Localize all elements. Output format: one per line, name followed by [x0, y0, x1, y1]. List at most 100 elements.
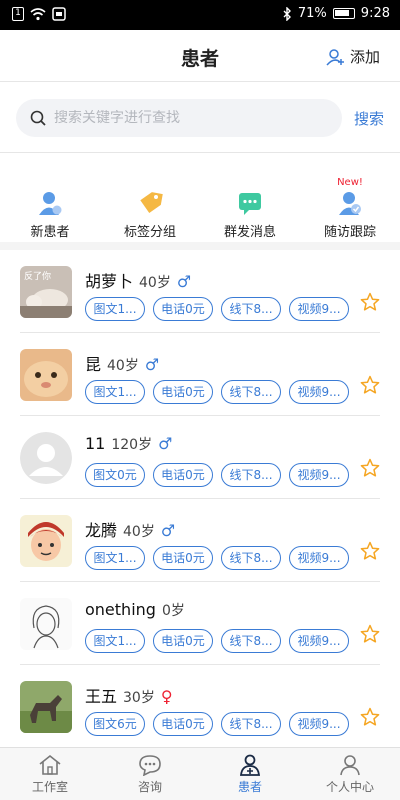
tag-offline-consult[interactable]: 线下8...: [221, 629, 281, 653]
star-icon[interactable]: [360, 458, 380, 478]
quick-new-patient[interactable]: 新患者: [0, 154, 100, 242]
clock: 9:28: [360, 6, 390, 21]
male-icon: ♂: [158, 434, 173, 453]
tag-text-consult[interactable]: 图文1...: [85, 546, 145, 570]
female-icon: ♀: [160, 687, 173, 706]
tag-offline-consult[interactable]: 线下8...: [221, 546, 281, 570]
patient-age: 40岁: [139, 275, 171, 291]
avatar-image: [20, 681, 72, 733]
bottom-tab-bar: 工作室 咨询 患者 个人中心: [0, 747, 400, 800]
tag-text-consult[interactable]: 图文1...: [85, 297, 145, 321]
search-icon: [30, 110, 46, 126]
tag-offline-consult[interactable]: 线下8...: [221, 712, 281, 736]
star-icon[interactable]: [360, 707, 380, 727]
patient-age: 40岁: [107, 358, 139, 374]
tab-label: 患者: [237, 780, 262, 794]
tab-label: 个人中心: [325, 780, 374, 794]
bluetooth-icon: [283, 6, 291, 21]
tag-text-consult[interactable]: 图文1...: [85, 380, 145, 404]
search-input[interactable]: [54, 110, 324, 126]
tag-video-consult[interactable]: 视频9...: [289, 380, 349, 404]
avatar-image: [20, 349, 72, 401]
tag-phone-consult[interactable]: 电话0元: [153, 629, 213, 653]
tag-phone-consult[interactable]: 电话0元: [153, 297, 213, 321]
male-icon: ♂: [144, 355, 160, 374]
star-icon[interactable]: [360, 624, 380, 644]
patient-icon: [239, 754, 261, 776]
tag-video-consult[interactable]: 视频9...: [289, 629, 349, 653]
search-area: 搜索: [0, 83, 400, 153]
patient-row[interactable]: 龙腾 40岁 ♂ 图文1... 电话0元 线下8... 视频9...: [20, 499, 380, 582]
quick-actions: 新患者 标签分组 群发消息 New! 随访跟踪: [0, 154, 400, 250]
tag-text-consult[interactable]: 图文0元: [85, 463, 145, 487]
patient-name: 龙腾: [85, 521, 118, 540]
follow-up-icon: [339, 192, 361, 215]
star-icon[interactable]: [360, 292, 380, 312]
tag-offline-consult[interactable]: 线下8...: [221, 380, 281, 404]
patient-age: 120岁: [111, 437, 153, 453]
battery-icon: [332, 8, 355, 19]
tag-phone-consult[interactable]: 电话0元: [153, 546, 213, 570]
chat-icon: [139, 755, 161, 776]
status-bar: 1 71% 9:28: [0, 0, 400, 30]
star-icon[interactable]: [360, 541, 380, 561]
avatar: 反了你: [20, 266, 72, 318]
tab-label: 咨询: [137, 780, 162, 794]
patient-age: 30岁: [123, 690, 155, 706]
tag-offline-consult[interactable]: 线下8...: [221, 297, 281, 321]
message-icon: [239, 193, 261, 215]
tag-video-consult[interactable]: 视频9...: [289, 297, 349, 321]
tag-phone-consult[interactable]: 电话0元: [153, 463, 213, 487]
patient-row[interactable]: 王五 30岁 ♀ 图文6元 电话0元 线下8... 视频9...: [20, 665, 380, 747]
tag-text-consult[interactable]: 图文1...: [85, 629, 145, 653]
tag-video-consult[interactable]: 视频9...: [289, 712, 349, 736]
star-icon[interactable]: [360, 375, 380, 395]
quick-follow-up[interactable]: New! 随访跟踪: [300, 154, 400, 242]
tag-icon: [140, 192, 163, 214]
tab-studio[interactable]: 工作室: [0, 748, 100, 800]
notification-icon: 1: [12, 7, 24, 21]
avatar-image: [20, 598, 72, 650]
avatar: [20, 681, 72, 733]
add-label: 添加: [349, 48, 380, 66]
patient-name: onething: [85, 600, 156, 619]
tag-text-consult[interactable]: 图文6元: [85, 712, 145, 736]
male-icon: ♂: [176, 272, 192, 291]
battery-percent: 71%: [297, 6, 327, 21]
quick-label: 群发消息: [223, 225, 276, 240]
tag-phone-consult[interactable]: 电话0元: [153, 712, 213, 736]
tab-consult[interactable]: 咨询: [100, 748, 200, 800]
tag-offline-consult[interactable]: 线下8...: [221, 463, 281, 487]
patient-age: 40岁: [123, 524, 155, 540]
tab-profile[interactable]: 个人中心: [300, 748, 400, 800]
app-header: 患者 添加: [0, 30, 400, 82]
add-patient-button[interactable]: 添加: [326, 46, 380, 67]
tag-video-consult[interactable]: 视频9...: [289, 463, 349, 487]
new-patient-icon: [39, 192, 62, 215]
tag-video-consult[interactable]: 视频9...: [289, 546, 349, 570]
patient-row[interactable]: 昆 40岁 ♂ 图文1... 电话0元 线下8... 视频9...: [20, 333, 380, 416]
tab-label: 工作室: [31, 780, 68, 794]
quick-tag-group[interactable]: 标签分组: [100, 154, 200, 242]
add-user-icon: [326, 48, 344, 66]
search-box: [16, 99, 342, 137]
tab-patients[interactable]: 患者: [200, 748, 300, 800]
patient-row[interactable]: 11 120岁 ♂ 图文0元 电话0元 线下8... 视频9...: [20, 416, 380, 499]
patient-age: 0岁: [161, 603, 185, 619]
patient-list: 反了你 胡萝卜 40岁 ♂ 图文1... 电话0元 线下8... 视频9...: [0, 250, 400, 747]
avatar: [20, 598, 72, 650]
new-badge: New!: [337, 177, 363, 188]
search-button[interactable]: 搜索: [354, 108, 384, 129]
patient-row[interactable]: onething 0岁 图文1... 电话0元 线下8... 视频9...: [20, 582, 380, 665]
sim-icon: [52, 7, 66, 21]
avatar-caption: 反了你: [24, 270, 51, 282]
wifi-icon: [30, 7, 46, 20]
avatar: [20, 515, 72, 567]
tag-phone-consult[interactable]: 电话0元: [153, 380, 213, 404]
avatar-image: [20, 515, 72, 567]
profile-icon: [340, 755, 360, 776]
patient-row[interactable]: 反了你 胡萝卜 40岁 ♂ 图文1... 电话0元 线下8... 视频9...: [20, 250, 380, 333]
quick-label: 新患者: [30, 225, 70, 240]
quick-broadcast[interactable]: 群发消息: [200, 154, 300, 242]
quick-label: 标签分组: [123, 225, 176, 240]
